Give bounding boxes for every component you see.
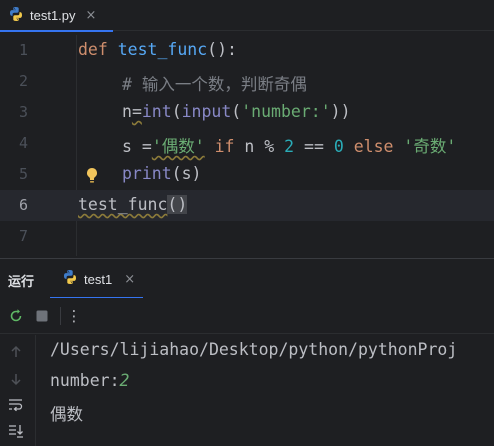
code-line-6[interactable]: 6 test_func() [0, 190, 494, 221]
stop-icon[interactable] [33, 307, 51, 325]
scroll-to-end-icon[interactable] [7, 422, 25, 440]
signature-punct: (): [207, 40, 237, 59]
code-line-5[interactable]: 5 print(s) [0, 159, 494, 190]
run-tab-test1[interactable]: test1 × [50, 259, 143, 299]
line-number: 6 [18, 196, 28, 214]
number-literal: 2 [284, 137, 295, 156]
code-comment: # 输入一个数，判断奇偶 [122, 75, 307, 94]
expression: n % [234, 137, 285, 156]
var-s: s [122, 137, 142, 156]
line-number: 4 [18, 134, 28, 152]
paren: ( [171, 102, 182, 121]
console-prompt: number: [50, 371, 120, 390]
string-literal: 'number:' [241, 102, 331, 121]
keyword-else: else [353, 137, 394, 156]
line-number: 5 [18, 165, 28, 183]
matched-bracket: ( [167, 195, 178, 214]
arrow-up-icon[interactable] [7, 343, 25, 361]
code-line-4[interactable]: 4 s ='偶数' if n % 2 == 0 else '奇数' [0, 128, 494, 159]
console-command-line: /Users/lijiahao/Desktop/python/pythonPro… [50, 340, 458, 359]
builtin-input: input [181, 102, 232, 121]
line-number: 7 [18, 227, 28, 245]
line-number: 2 [18, 72, 28, 90]
compare-op: == [294, 137, 334, 156]
editor-tab-bar: test1.py × [0, 0, 494, 32]
code-text: s ='偶数' if n % 2 == 0 else '奇数' [122, 133, 456, 157]
run-console[interactable]: /Users/lijiahao/Desktop/python/pythonPro… [37, 335, 494, 446]
console-result-line: 偶数 [50, 405, 83, 424]
keyword-def: def [78, 40, 108, 59]
matched-bracket: ) [177, 195, 188, 214]
string-literal: '偶数' [151, 137, 205, 156]
code-editor[interactable]: 1 def test_func(): 2 # 输入一个数，判断奇偶 3 n=in… [0, 35, 494, 256]
python-file-icon [8, 6, 24, 26]
code-line-2[interactable]: 2 # 输入一个数，判断奇偶 [0, 66, 494, 97]
code-line-7[interactable]: 7 [0, 221, 494, 252]
code-line-1[interactable]: 1 def test_func(): [0, 35, 494, 66]
line-number: 1 [18, 41, 28, 59]
code-line-3[interactable]: 3 n=int(input('number:')) [0, 97, 494, 128]
run-tool-window-header: 运行 test1 × [0, 258, 494, 299]
toolbar-separator [60, 307, 61, 325]
number-literal: 0 [333, 137, 344, 156]
paren: ( [231, 102, 242, 121]
assign-op: = [131, 102, 142, 121]
close-icon[interactable]: × [86, 9, 97, 22]
editor-tab-label: test1.py [30, 8, 76, 23]
soft-wrap-icon[interactable] [7, 396, 25, 414]
builtin-int: int [141, 102, 172, 121]
python-run-config-icon [62, 269, 78, 289]
function-call: test_func [78, 195, 168, 214]
editor-tab-test1-py[interactable]: test1.py × [0, 0, 113, 32]
function-name: test_func [117, 40, 208, 59]
run-toolbar: ⋮ [0, 298, 494, 334]
builtin-print: print [122, 164, 172, 183]
keyword-if: if [214, 137, 235, 156]
line-number: 3 [18, 103, 28, 121]
string-literal: '奇数' [403, 137, 457, 156]
code-text: def test_func(): [78, 40, 237, 59]
rerun-icon[interactable] [7, 307, 25, 325]
more-options-icon[interactable]: ⋮ [65, 307, 83, 325]
call-args: (s) [171, 164, 202, 183]
console-side-toolbar [0, 335, 36, 446]
console-input-line: number:2 [50, 371, 129, 390]
code-text: test_func() [78, 195, 188, 214]
paren: )) [330, 102, 351, 121]
active-tab-indicator [0, 30, 113, 32]
console-user-input: 2 [119, 371, 130, 390]
arrow-down-icon[interactable] [7, 370, 25, 388]
run-tab-label: test1 [84, 271, 113, 287]
lightbulb-icon[interactable] [84, 166, 100, 184]
close-icon[interactable]: × [124, 273, 135, 286]
code-text: n=int(input('number:')) [122, 102, 351, 121]
assign-op: = [141, 137, 152, 156]
run-window-title: 运行 [8, 274, 35, 289]
var-n: n [122, 102, 132, 121]
code-text: print(s) [122, 164, 201, 183]
